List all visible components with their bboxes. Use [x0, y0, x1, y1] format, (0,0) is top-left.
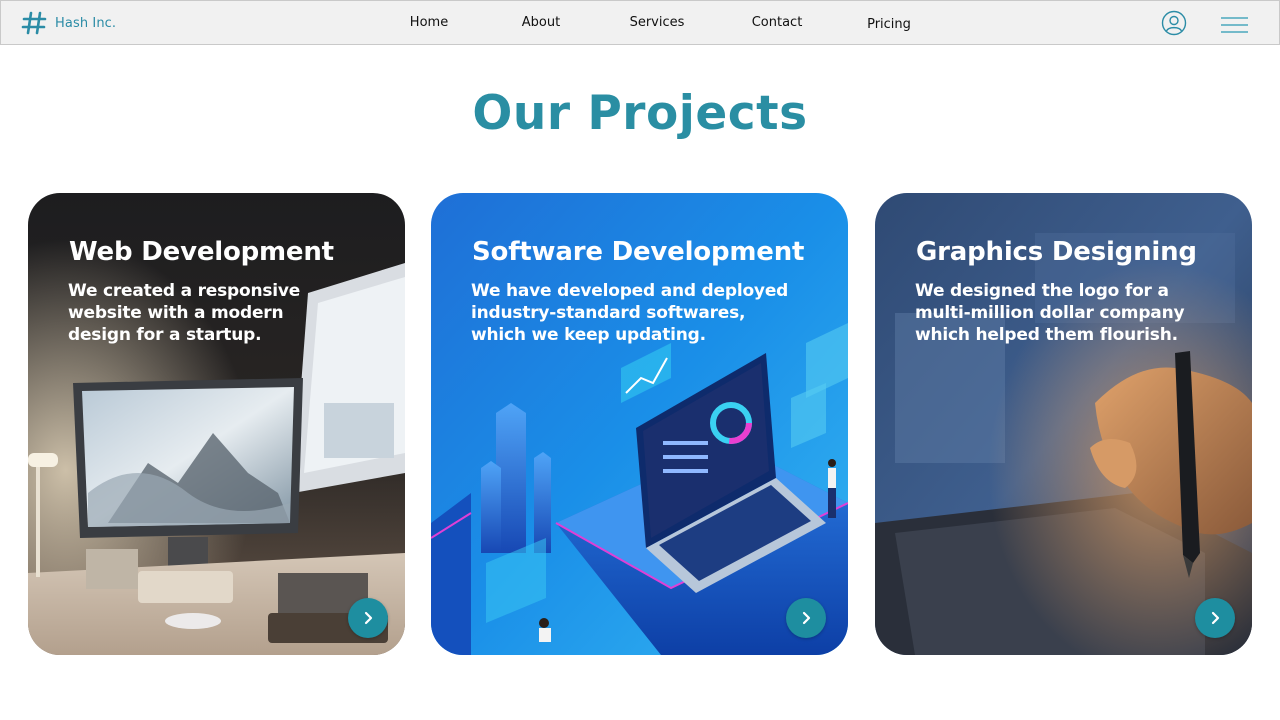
card-title: Graphics Designing — [916, 237, 1197, 267]
card-title: Web Development — [69, 237, 334, 267]
nav-services[interactable]: Services — [630, 15, 685, 30]
hamburger-menu-icon[interactable] — [1221, 16, 1248, 34]
card-arrow-button[interactable] — [348, 598, 388, 638]
nav-about[interactable]: About — [522, 15, 560, 30]
card-title: Software Development — [472, 237, 805, 267]
project-card-graphics-designing[interactable]: Graphics Designing We designed the logo … — [875, 193, 1252, 655]
card-arrow-button[interactable] — [1195, 598, 1235, 638]
project-card-software-development[interactable]: Software Development We have developed a… — [431, 193, 848, 655]
card-description: We created a responsive website with a m… — [68, 281, 301, 345]
chevron-right-icon — [802, 611, 811, 625]
chevron-right-icon — [1211, 611, 1220, 625]
nav-contact[interactable]: Contact — [752, 15, 803, 30]
project-card-web-development[interactable]: Web Development We created a responsive … — [28, 193, 405, 655]
hash-icon — [21, 11, 47, 35]
card-arrow-button[interactable] — [786, 598, 826, 638]
brand-name: Hash Inc. — [55, 15, 117, 31]
user-circle-icon[interactable] — [1161, 10, 1187, 36]
navbar: Hash Inc. Home About Services Contact Pr… — [0, 0, 1280, 45]
section-title: Our Projects — [472, 86, 808, 141]
card-description: We designed the logo for a multi-million… — [915, 281, 1185, 345]
chevron-right-icon — [364, 611, 373, 625]
nav-pricing[interactable]: Pricing — [867, 17, 911, 32]
nav-home[interactable]: Home — [410, 15, 448, 30]
brand-logo[interactable]: Hash Inc. — [21, 10, 116, 36]
card-description: We have developed and deployed industry-… — [471, 281, 789, 345]
